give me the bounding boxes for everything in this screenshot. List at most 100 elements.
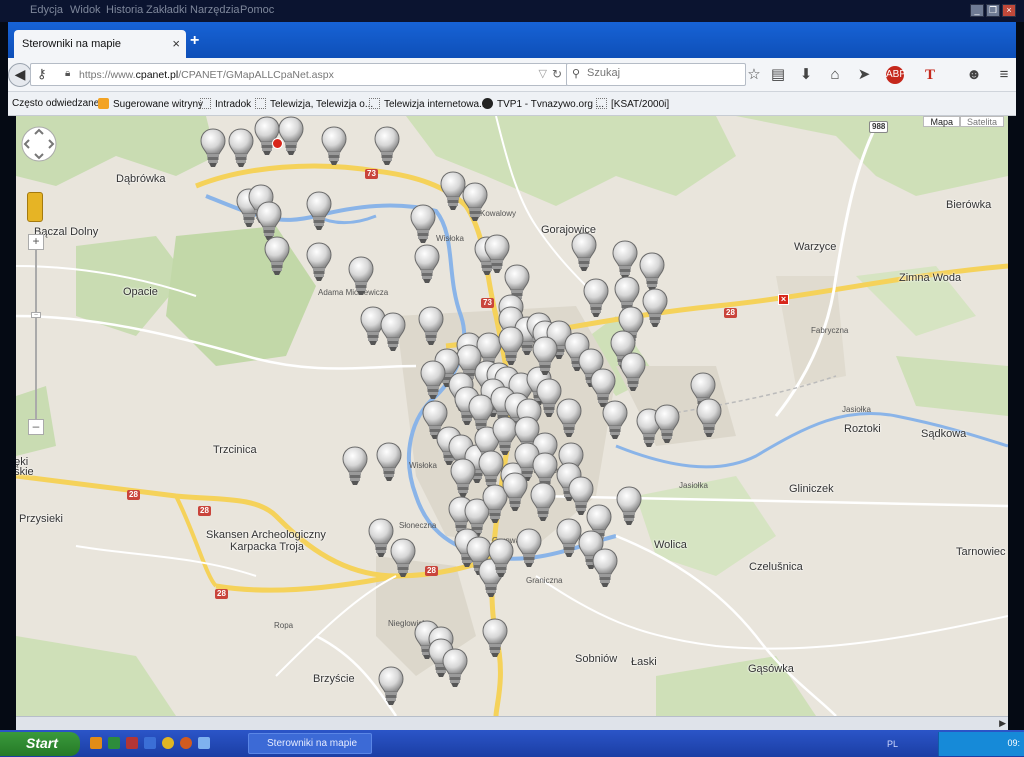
quicklaunch-icon[interactable] bbox=[180, 737, 192, 749]
controller-bulb-icon[interactable] bbox=[556, 398, 582, 442]
page-icon bbox=[596, 98, 607, 109]
quicklaunch-icon[interactable] bbox=[198, 737, 210, 749]
place-label: Sądkowa bbox=[921, 428, 967, 440]
zoom-slider-track[interactable] bbox=[35, 240, 37, 426]
bookmark-item[interactable]: Telewizja internetowa... bbox=[369, 98, 487, 110]
start-button[interactable]: Start bbox=[0, 732, 80, 756]
controller-bulb-icon[interactable] bbox=[418, 306, 444, 350]
zoom-slider-handle[interactable]: – bbox=[31, 312, 41, 318]
controller-bulb-icon[interactable] bbox=[620, 352, 646, 396]
controller-bulb-icon[interactable] bbox=[342, 446, 368, 490]
bookmark-item[interactable]: Intradok bbox=[200, 98, 251, 110]
url-text[interactable]: https://www.cpanet.pl/CPANET/GMapALLCpaN… bbox=[79, 69, 334, 81]
controller-bulb-icon[interactable] bbox=[642, 288, 668, 332]
controller-bulb-icon[interactable] bbox=[502, 472, 528, 516]
menu-tools[interactable]: Narzędzia bbox=[190, 4, 240, 16]
site-identity-icon[interactable]: ⚷ bbox=[37, 66, 47, 82]
menu-view[interactable]: Widok bbox=[70, 4, 101, 16]
controller-bulb-icon[interactable] bbox=[374, 126, 400, 170]
map-type-map-button[interactable]: Mapa bbox=[923, 116, 960, 127]
controller-bulb-icon[interactable] bbox=[306, 242, 332, 286]
controller-bulb-icon[interactable] bbox=[583, 278, 609, 322]
controller-bulb-icon[interactable] bbox=[376, 442, 402, 486]
road-number-shield: 28 bbox=[425, 566, 438, 576]
controller-bulb-icon[interactable] bbox=[380, 312, 406, 356]
controller-bulb-icon[interactable] bbox=[306, 191, 332, 235]
quicklaunch-icon[interactable] bbox=[162, 737, 174, 749]
url-dropdown-icon[interactable]: ▽ bbox=[539, 67, 547, 80]
menu-history[interactable]: Historia bbox=[106, 4, 143, 16]
bookmark-item[interactable]: Sugerowane witryny bbox=[98, 98, 203, 110]
controller-bulb-icon[interactable] bbox=[200, 128, 226, 172]
back-button[interactable]: ◀ bbox=[8, 63, 32, 87]
reading-list-icon[interactable]: ▤ bbox=[768, 65, 788, 85]
no-entry-marker-icon[interactable] bbox=[272, 138, 283, 149]
map-type-satellite-button[interactable]: Satelita bbox=[959, 116, 1004, 127]
bookmark-item[interactable]: TVP1 - Tvnazywo.org ... bbox=[482, 98, 604, 110]
translate-icon[interactable]: T bbox=[920, 65, 940, 85]
quicklaunch-icon[interactable] bbox=[126, 737, 138, 749]
controller-bulb-icon[interactable] bbox=[488, 538, 514, 582]
controller-bulb-icon[interactable] bbox=[264, 236, 290, 280]
controller-bulb-icon[interactable] bbox=[420, 360, 446, 404]
minimize-icon[interactable]: _ bbox=[970, 4, 984, 17]
alarm-marker-icon[interactable]: × bbox=[778, 294, 789, 305]
quicklaunch-icon[interactable] bbox=[108, 737, 120, 749]
controller-bulb-icon[interactable] bbox=[571, 232, 597, 276]
menu-icon[interactable]: ≡ bbox=[994, 65, 1014, 85]
new-tab-button[interactable]: + bbox=[190, 32, 199, 50]
tab-sterowniki[interactable]: Sterowniki na mapie × bbox=[14, 30, 186, 58]
controller-bulb-icon[interactable] bbox=[516, 528, 542, 572]
send-icon[interactable]: ➤ bbox=[854, 65, 874, 85]
controller-bulb-icon[interactable] bbox=[482, 618, 508, 662]
controller-bulb-icon[interactable] bbox=[378, 666, 404, 710]
controller-bulb-icon[interactable] bbox=[321, 126, 347, 170]
tab-close-icon[interactable]: × bbox=[172, 36, 180, 51]
scroll-right-icon[interactable]: ▶ bbox=[999, 718, 1006, 729]
bookmark-star-icon[interactable]: ☆ bbox=[744, 65, 764, 85]
controller-bulb-icon[interactable] bbox=[602, 400, 628, 444]
controller-bulb-icon[interactable] bbox=[228, 128, 254, 172]
bookmark-item[interactable]: Telewizja, Telewizja o... bbox=[255, 98, 373, 110]
search-bar[interactable]: ⚲ bbox=[566, 63, 746, 86]
controller-bulb-icon[interactable] bbox=[414, 244, 440, 288]
menu-help[interactable]: Pomoc bbox=[240, 4, 274, 16]
download-icon[interactable]: ⬇ bbox=[796, 65, 816, 85]
controller-bulb-icon[interactable] bbox=[348, 256, 374, 300]
zoom-out-button[interactable]: – bbox=[28, 419, 44, 435]
url-bar[interactable]: ⚷ 🔒︎ https://www.cpanet.pl/CPANET/GMapAL… bbox=[30, 63, 568, 86]
taskbar-firefox-window[interactable]: Sterowniki na mapie bbox=[248, 733, 372, 754]
street-label: Ropa bbox=[274, 621, 294, 630]
close-icon[interactable]: × bbox=[1002, 4, 1016, 17]
controller-bulb-icon[interactable] bbox=[442, 648, 468, 692]
pan-control[interactable] bbox=[20, 122, 58, 166]
reload-icon[interactable]: ↻ bbox=[552, 67, 562, 81]
controller-bulb-icon[interactable] bbox=[530, 482, 556, 526]
bookmark-item[interactable]: [KSAT/2000i] bbox=[596, 98, 669, 110]
controller-bulb-icon[interactable] bbox=[616, 486, 642, 530]
horizontal-scrollbar[interactable]: ▶ bbox=[16, 716, 1008, 730]
controller-bulb-icon[interactable] bbox=[390, 538, 416, 582]
controller-bulb-icon[interactable] bbox=[654, 404, 680, 448]
quicklaunch-icon[interactable] bbox=[144, 737, 156, 749]
street-view-pegman-icon[interactable] bbox=[27, 192, 43, 222]
controller-bulb-icon[interactable] bbox=[462, 182, 488, 226]
language-indicator[interactable]: PL bbox=[887, 739, 898, 749]
search-input[interactable] bbox=[587, 67, 737, 79]
controller-bulb-icon[interactable] bbox=[696, 398, 722, 442]
menu-edit[interactable]: Edycja bbox=[30, 4, 63, 16]
adblock-icon[interactable]: ABP bbox=[886, 66, 906, 84]
restore-icon[interactable]: ❐ bbox=[986, 4, 1000, 17]
menu-bookmarks[interactable]: Zakładki bbox=[146, 4, 187, 16]
quicklaunch-icon[interactable] bbox=[90, 737, 102, 749]
road-number-shield: 28 bbox=[127, 490, 140, 500]
controller-bulb-icon[interactable] bbox=[278, 116, 304, 160]
bookmark-item[interactable]: Często odwiedzane bbox=[12, 98, 99, 109]
controller-bulb-icon[interactable] bbox=[592, 548, 618, 592]
controller-bulb-icon[interactable] bbox=[410, 204, 436, 248]
home-icon[interactable]: ⌂ bbox=[825, 65, 845, 85]
smiley-icon[interactable]: ☻ bbox=[964, 65, 984, 85]
google-map[interactable]: Dąbrówka Bączal Dolny Opacie Gorajowice Warz… bbox=[16, 116, 1008, 716]
controller-bulb-icon[interactable] bbox=[532, 336, 558, 380]
zoom-in-button[interactable]: + bbox=[28, 234, 44, 250]
